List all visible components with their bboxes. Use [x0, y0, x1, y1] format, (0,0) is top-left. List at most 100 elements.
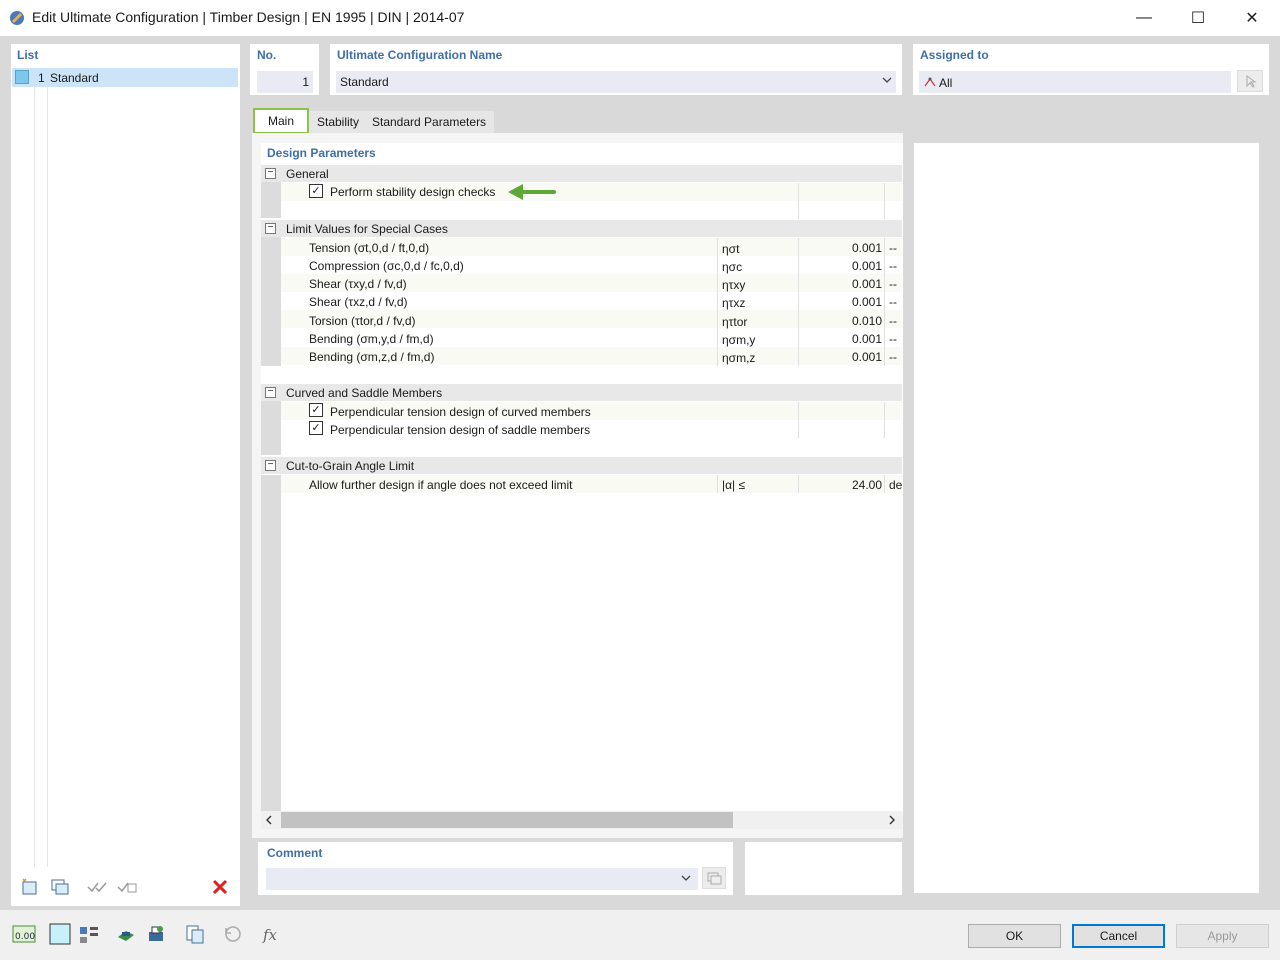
limit-row-label: Shear (τxy,d / fv,d) [309, 277, 407, 291]
list-item-color-swatch [15, 70, 29, 84]
design-parameters-title: Design Parameters [267, 146, 376, 160]
model-button[interactable] [113, 922, 139, 946]
name-label: Ultimate Configuration Name [337, 48, 503, 62]
limit-row-unit: -- [889, 295, 897, 309]
curved-members-label: Perpendicular tension design of curved m… [330, 405, 591, 419]
number-label: No. [257, 48, 277, 62]
cut-row-label: Allow further design if angle does not e… [309, 478, 573, 492]
column-divider [884, 183, 885, 219]
column-divider [884, 475, 885, 493]
scrollbar-thumb[interactable] [281, 812, 733, 828]
minimize-button[interactable]: — [1117, 0, 1171, 36]
cut-row-unit: de [889, 478, 903, 492]
cut-row-symbol: |α| ≤ [722, 478, 746, 492]
color-button[interactable] [47, 922, 73, 946]
limit-row-value[interactable]: 0.001 [800, 277, 882, 291]
formula-button[interactable]: fx [258, 922, 284, 946]
ok-button[interactable]: OK [968, 924, 1061, 948]
list-title: List [17, 48, 39, 62]
maximize-button[interactable]: ☐ [1171, 0, 1225, 36]
limit-row-value[interactable]: 0.001 [800, 295, 882, 309]
cut-row-value[interactable]: 24.00 [800, 478, 882, 492]
copy-item-button[interactable] [47, 875, 73, 899]
list-item-number: 1 [38, 71, 45, 85]
select-members-button[interactable] [1237, 70, 1263, 92]
limit-row-label: Bending (σm,y,d / fm,d) [309, 332, 434, 346]
limit-row-symbol: ητtor [722, 315, 748, 329]
display-button[interactable] [76, 922, 102, 946]
limit-row-value[interactable]: 0.010 [800, 314, 882, 328]
collapse-icon[interactable]: − [265, 168, 276, 179]
name-combobox[interactable] [336, 71, 896, 93]
clipboard-icon [186, 925, 204, 944]
tab-standard-parameters[interactable]: Standard Parameters [364, 111, 495, 133]
units-icon: 0.00 [12, 925, 36, 943]
scroll-left-icon[interactable] [264, 814, 274, 829]
svg-text:0.00: 0.00 [15, 932, 35, 942]
limit-row-label: Shear (τxz,d / fv,d) [309, 295, 408, 309]
limit-row-symbol: ησm,y [722, 333, 756, 347]
collapse-icon[interactable]: − [265, 223, 276, 234]
comment-library-button[interactable] [702, 867, 726, 889]
name-value: Standard [340, 75, 389, 89]
section-label-general: General [286, 167, 329, 181]
delete-icon [212, 879, 228, 895]
row-gutter [261, 182, 281, 218]
stability-checkbox[interactable]: ✓ [309, 184, 323, 198]
column-divider [798, 475, 799, 493]
preview-panel [914, 143, 1259, 893]
reset-button[interactable] [220, 922, 246, 946]
copy-data-button[interactable] [182, 922, 208, 946]
comment-side-panel [745, 842, 902, 895]
new-item-button[interactable] [17, 875, 43, 899]
print-button[interactable] [143, 922, 169, 946]
saddle-members-checkbox[interactable]: ✓ [309, 421, 323, 435]
close-icon: ✕ [1245, 10, 1259, 27]
library-icon [707, 872, 722, 885]
tree-guide-line [47, 87, 48, 867]
column-divider [717, 475, 718, 493]
limit-row-value[interactable]: 0.001 [800, 259, 882, 273]
model-icon [118, 931, 134, 941]
cancel-button[interactable]: Cancel [1072, 924, 1165, 948]
scroll-right-icon[interactable] [887, 814, 897, 829]
chevron-down-icon[interactable] [680, 872, 692, 887]
delete-item-button[interactable] [207, 875, 233, 899]
print-icon [149, 926, 163, 941]
members-icon [924, 75, 936, 90]
units-button[interactable]: 0.00 [11, 922, 37, 946]
collapse-icon[interactable]: − [265, 387, 276, 398]
curved-members-checkbox[interactable]: ✓ [309, 403, 323, 417]
undo-icon [225, 926, 241, 942]
collapse-icon[interactable]: − [265, 460, 276, 471]
limit-row-value[interactable]: 0.001 [800, 350, 882, 364]
column-divider [798, 183, 799, 219]
limit-row-value[interactable]: 0.001 [800, 241, 882, 255]
list-panel [11, 44, 240, 906]
uncheck-all-button[interactable] [114, 875, 140, 899]
limit-row-value[interactable]: 0.001 [800, 332, 882, 346]
assigned-field[interactable] [919, 71, 1231, 93]
check-all-button[interactable] [84, 875, 110, 899]
chevron-down-icon[interactable] [881, 74, 893, 89]
close-button[interactable]: ✕ [1225, 0, 1279, 36]
minimize-icon: — [1136, 9, 1152, 26]
window-title: Edit Ultimate Configuration | Timber Des… [32, 9, 465, 25]
saddle-members-label: Perpendicular tension design of saddle m… [330, 423, 591, 437]
limit-row-unit: -- [889, 314, 897, 328]
row-gutter [261, 401, 281, 455]
app-icon [8, 9, 26, 27]
maximize-icon: ☐ [1190, 10, 1206, 27]
tab-main[interactable]: Main [253, 108, 309, 134]
tab-stability[interactable]: Stability [309, 111, 368, 133]
comment-input[interactable] [266, 868, 698, 890]
limit-row-unit: -- [889, 350, 897, 364]
apply-button[interactable]: Apply [1176, 924, 1269, 948]
limit-row-label: Tension (σt,0,d / ft,0,d) [309, 241, 430, 255]
limit-row-symbol: ητxy [722, 278, 746, 292]
limit-row-symbol: ησc [722, 260, 743, 274]
list-item[interactable] [12, 68, 238, 87]
number-field[interactable]: 1 [257, 71, 313, 93]
tree-guide-line [34, 87, 35, 867]
column-divider [884, 402, 885, 438]
